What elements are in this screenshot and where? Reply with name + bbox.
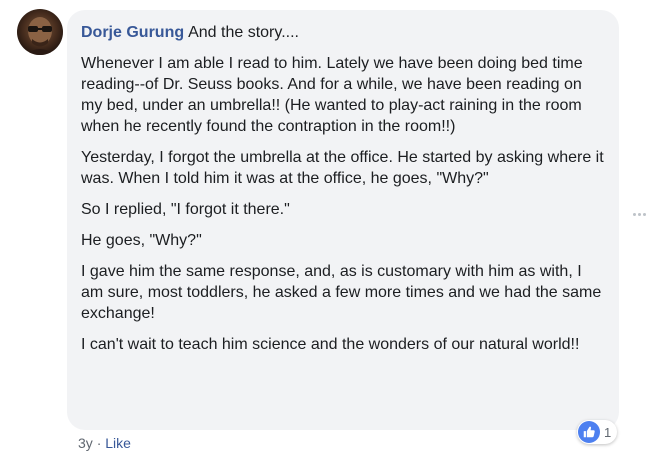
comment-footer: 3y · Like: [78, 434, 131, 452]
reaction-count: 1: [604, 424, 612, 440]
thumbs-up-icon: [578, 421, 600, 443]
footer-separator: ·: [96, 435, 102, 451]
comment-header: Dorje Gurung And the story....: [81, 22, 605, 44]
avatar[interactable]: [17, 9, 63, 55]
avatar-image-icon: [25, 17, 55, 55]
more-options-icon[interactable]: [633, 213, 651, 219]
author-name[interactable]: Dorje Gurung: [81, 24, 184, 41]
comment-bubble: Dorje Gurung And the story.... Whenever I…: [67, 10, 619, 430]
comment-paragraph-4: He goes, "Why?": [81, 232, 202, 249]
comment-paragraph-6: I can't wait to teach him science and th…: [81, 336, 580, 353]
comment-paragraph-1: Whenever I am able I read to him. Lately…: [81, 55, 583, 135]
comment: Dorje Gurung And the story.... Whenever I…: [0, 0, 670, 461]
reaction-summary[interactable]: 1: [577, 420, 618, 444]
comment-intro: And the story....: [188, 24, 299, 41]
like-button[interactable]: Like: [105, 435, 131, 451]
timestamp[interactable]: 3y: [78, 435, 93, 451]
comment-paragraph-5: I gave him the same response, and, as is…: [81, 263, 602, 322]
comment-paragraph-2: Yesterday, I forgot the umbrella at the …: [81, 149, 604, 187]
comment-paragraph-3: So I replied, "I forgot it there.": [81, 201, 290, 218]
